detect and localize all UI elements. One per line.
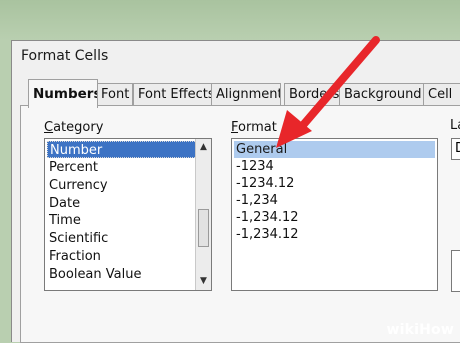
arrow-shaft xyxy=(294,36,380,135)
red-arrow-icon xyxy=(276,36,380,148)
tab-numbers[interactable]: Numbers xyxy=(28,79,98,108)
wikihow-watermark: wikiHow xyxy=(386,322,454,338)
